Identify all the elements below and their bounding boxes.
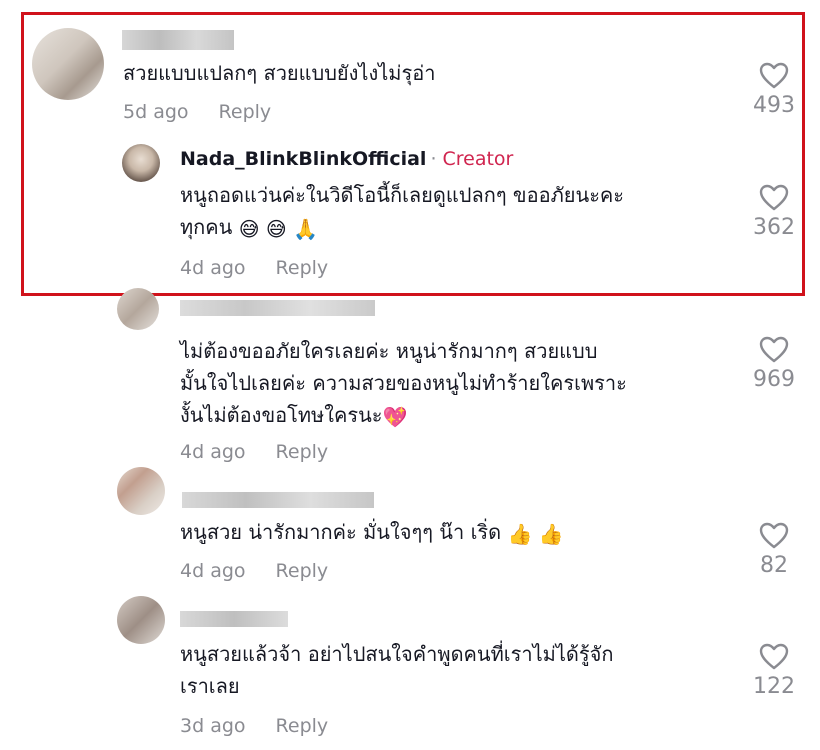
reply-button[interactable]: Reply [219,101,272,123]
comment-line: มั้นใจไปเลยค่ะ ความสวยของหนูไม่ทำร้ายใคร… [180,371,627,395]
comment-meta: 3d ago Reply [180,715,328,737]
reply-button[interactable]: Reply [276,257,329,279]
username-blurred[interactable] [180,300,375,316]
comment-text: หนูสวย น่ารักมากค่ะ มั่นใจๆๆ น๊า เริ่ด 👍… [180,516,564,550]
comment-text: สวยแบบแปลกๆ สวยแบบยังไงไม่รุอ่า [123,57,435,89]
comment-text: หนูถอดแว่นค่ะในวิดีโอนี้ก็เลยดูแปลกๆ ขออ… [180,179,624,245]
like-button[interactable]: 122 [739,643,809,699]
timestamp: 3d ago [180,715,246,737]
comment-line: หนูถอดแว่นค่ะในวิดีโอนี้ก็เลยดูแปลกๆ ขออ… [180,183,625,207]
avatar[interactable] [32,28,104,100]
comment-meta: 4d ago Reply [180,441,328,463]
heart-icon [759,522,789,549]
like-button[interactable]: 969 [739,336,809,392]
username-blurred[interactable] [180,611,288,627]
thumbs-up-emoji-icon: 👍 [507,521,533,546]
like-count: 493 [753,93,795,118]
comment-line: หนูสวยแล้วจ้า อย่าไปสนใจคำพูดคนที่เราไม่… [180,642,614,666]
timestamp: 4d ago [180,441,246,463]
reply-button[interactable]: Reply [276,441,329,463]
comment-line: งั้นไม่ต้องขอโทษใครนะ [180,403,383,427]
creator-badge: Creator [442,148,514,170]
reply-button[interactable]: Reply [276,560,329,582]
comment-text: หนูสวยแล้วจ้า อย่าไปสนใจคำพูดคนที่เราไม่… [180,638,613,702]
creator-avatar[interactable] [122,144,160,182]
like-count: 122 [753,674,795,699]
pray-emoji-icon: 🙏 [293,216,319,241]
comment-line: ไม่ต้องขออภัยใครเลยค่ะ หนูน่ารักมากๆ สวย… [180,339,598,363]
comment-meta: 4d ago Reply [180,257,328,279]
sweat-smile-emoji-icon: 😅 [238,216,260,241]
username-blurred[interactable] [182,492,374,508]
username-blurred[interactable] [122,30,234,50]
comment-line: ทุกคน [180,215,233,239]
comment-line: หนูสวย น่ารักมากค่ะ มั่นใจๆๆ น๊า เริ่ด [180,520,502,544]
separator: · [430,148,437,170]
comment-line: สวยแบบแปลกๆ สวยแบบยังไงไม่รุอ่า [123,61,436,85]
sweat-smile-emoji-icon: 😅 [265,216,287,241]
avatar[interactable] [117,467,165,515]
username[interactable]: Nada_BlinkBlinkOfficial · Creator [180,148,513,170]
like-count: 362 [753,215,795,240]
like-count: 969 [753,367,795,392]
comment-line-with-emoji: ทุกคน 😅 😅 🙏 [180,211,624,245]
comment-line: เราเลย [180,674,240,698]
like-count: 82 [760,553,788,578]
heart-icon [759,62,789,89]
timestamp: 4d ago [180,560,246,582]
heart-icon [759,184,789,211]
timestamp: 4d ago [180,257,246,279]
comment-meta: 4d ago Reply [180,560,328,582]
username-text[interactable]: Nada_BlinkBlinkOfficial [180,148,426,170]
like-button[interactable]: 362 [739,184,809,240]
heart-icon [759,643,789,670]
heart-emoji-icon: 💖 [382,404,408,429]
like-button[interactable]: 82 [739,522,809,578]
timestamp: 5d ago [123,101,189,123]
avatar[interactable] [117,596,165,644]
comment-text: ไม่ต้องขออภัยใครเลยค่ะ หนูน่ารักมากๆ สวย… [180,335,627,433]
thumbs-up-emoji-icon: 👍 [538,521,564,546]
avatar[interactable] [117,288,159,330]
heart-icon [759,336,789,363]
comment-meta: 5d ago Reply [123,101,271,123]
reply-button[interactable]: Reply [276,715,329,737]
like-button[interactable]: 493 [739,62,809,118]
comment-line-with-emoji: งั้นไม่ต้องขอโทษใครนะ💖 [180,399,627,433]
